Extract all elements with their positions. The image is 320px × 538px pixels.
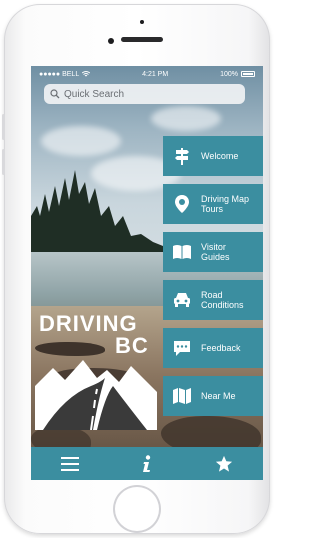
star-icon: [216, 455, 233, 472]
volume-down-button: [2, 149, 5, 175]
tab-menu[interactable]: [50, 449, 90, 479]
earpiece-speaker: [121, 37, 163, 42]
wifi-icon: [82, 71, 91, 77]
info-icon: [142, 454, 151, 472]
menu-item-near-me[interactable]: Near Me: [163, 376, 263, 416]
bottom-tab-bar: [31, 447, 263, 480]
book-icon: [171, 241, 193, 263]
battery-indicator: 100%: [220, 71, 255, 78]
menu-label-driving-map-tours: Driving Map Tours: [201, 194, 250, 214]
menu-label-welcome: Welcome: [201, 151, 239, 161]
menu-item-welcome[interactable]: Welcome: [163, 136, 263, 176]
carrier-signal: ●●●●● BELL: [39, 70, 91, 78]
menu-item-feedback[interactable]: Feedback: [163, 328, 263, 368]
menu-label-visitor-guides: Visitor Guides: [201, 242, 230, 262]
menu-item-visitor-guides[interactable]: Visitor Guides: [163, 232, 263, 272]
menu-label-road-conditions: Road Conditions: [201, 290, 244, 310]
battery-percent: 100%: [220, 70, 238, 78]
menu-item-road-conditions[interactable]: Road Conditions: [163, 280, 263, 320]
sensor-dot: [140, 20, 144, 24]
volume-up-button: [2, 114, 5, 140]
tab-info[interactable]: [127, 449, 167, 479]
search-icon: [50, 89, 60, 99]
map-pin-icon: [171, 193, 193, 215]
home-button[interactable]: [113, 485, 161, 533]
status-time: 4:21 PM: [142, 70, 169, 78]
signpost-icon: [171, 145, 193, 167]
mountain-road-logo: [35, 360, 157, 430]
battery-icon: [240, 71, 255, 77]
search-input[interactable]: Quick Search: [44, 84, 245, 104]
menu-label-feedback: Feedback: [201, 343, 241, 353]
chat-icon: [171, 337, 193, 359]
tab-favorites[interactable]: [204, 449, 244, 479]
map-icon: [171, 385, 193, 407]
menu-item-driving-map-tours[interactable]: Driving Map Tours: [163, 184, 263, 224]
status-bar: ●●●●● BELL 4:21 PM 100%: [31, 66, 263, 82]
car-icon: [171, 289, 193, 311]
search-placeholder: Quick Search: [64, 88, 125, 100]
menu-label-near-me: Near Me: [201, 391, 236, 401]
carrier-label: ●●●●● BELL: [39, 70, 80, 78]
app-screen: ●●●●● BELL 4:21 PM 100% Quick Search Wel…: [31, 66, 263, 480]
camera-dot: [108, 38, 114, 44]
menu-icon: [60, 456, 79, 471]
